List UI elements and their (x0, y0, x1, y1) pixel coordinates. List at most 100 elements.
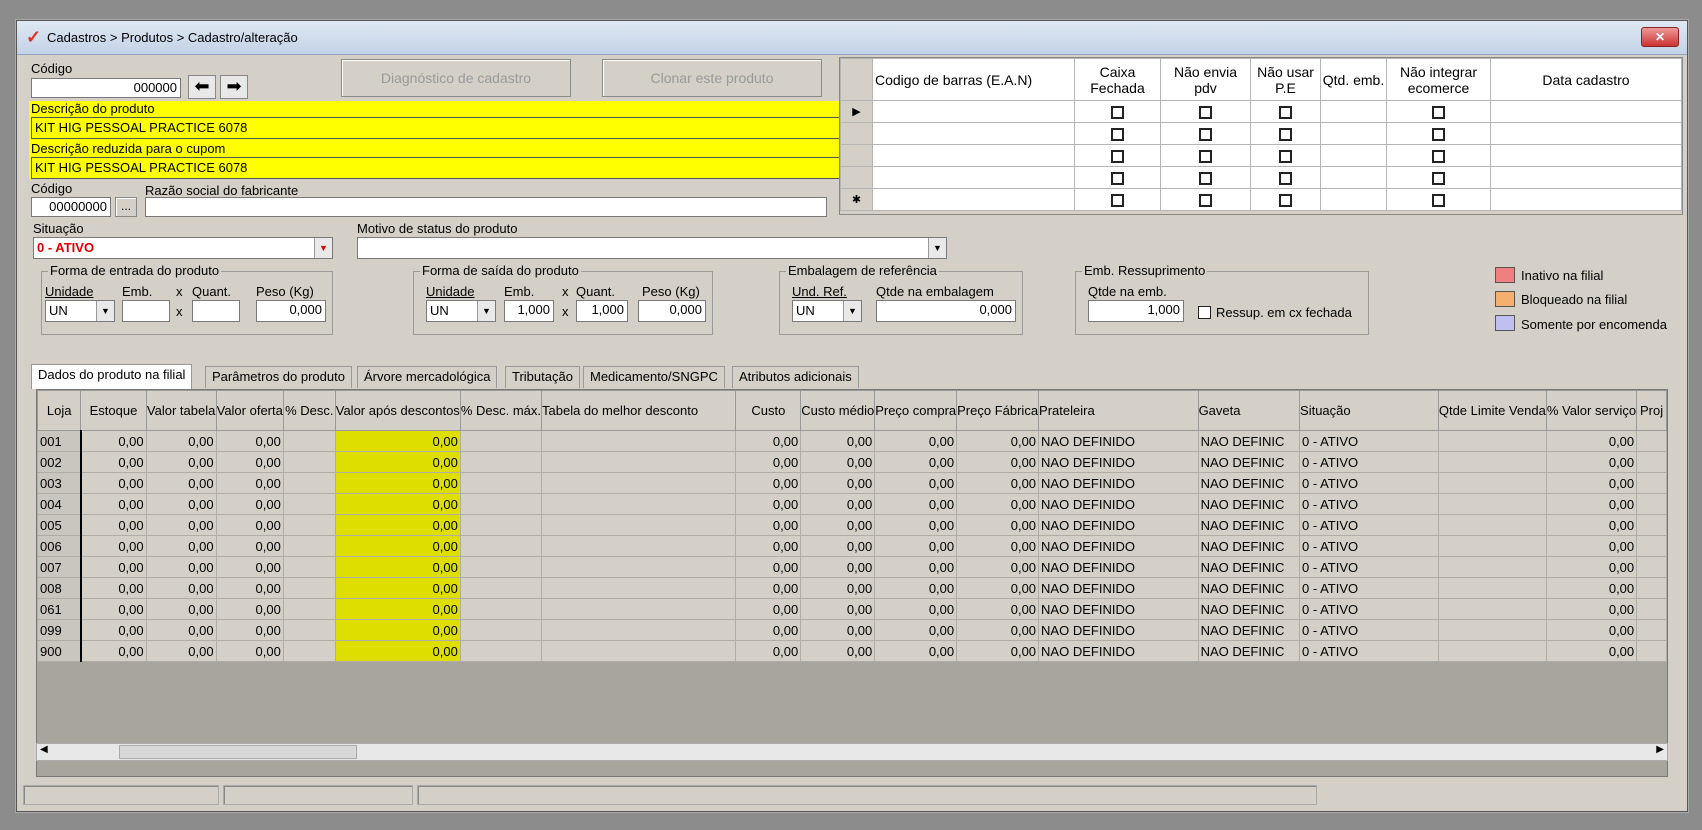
grid-cell[interactable]: NAO DEFINIC (1197, 556, 1301, 578)
grid-cell[interactable]: 0,00 (145, 640, 217, 662)
chevron-down-icon[interactable]: ▼ (314, 238, 332, 258)
grid-header[interactable]: Valor tabela (145, 390, 217, 431)
ean-cell-nao-usar[interactable] (1250, 100, 1321, 123)
grid-cell[interactable]: 0,00 (956, 451, 1040, 473)
grid-header[interactable]: % Valor serviço (1545, 390, 1638, 431)
grid-header[interactable]: Valor oferta (215, 390, 284, 431)
ean-cell-nao-integrar[interactable] (1386, 100, 1491, 123)
grid-cell[interactable]: 0,00 (1545, 598, 1638, 620)
grid-cell[interactable] (1636, 598, 1667, 620)
nao-integrar-checkbox[interactable] (1432, 150, 1445, 164)
grid-header[interactable]: Proj (1636, 390, 1667, 431)
grid-cell[interactable]: 0,00 (1545, 493, 1638, 515)
tab-arvore[interactable]: Árvore mercadológica (357, 366, 498, 388)
grid-cell[interactable]: 0 - ATIVO (1299, 598, 1439, 620)
grid-cell[interactable]: 0,00 (956, 514, 1040, 536)
razao-input[interactable] (145, 197, 827, 217)
grid-cell[interactable]: 0,00 (215, 619, 284, 641)
grid-cell[interactable]: 0,00 (80, 535, 147, 557)
grid-cell[interactable]: 0,00 (800, 577, 876, 599)
tab-dados-filial[interactable]: Dados do produto na filial (31, 364, 193, 389)
grid-cell[interactable] (1636, 535, 1667, 557)
grid-cell[interactable] (540, 556, 737, 578)
grid-cell[interactable]: 007 (37, 556, 82, 578)
grid-cell[interactable] (282, 577, 336, 599)
grid-cell[interactable]: 0,00 (735, 514, 802, 536)
grid-cell[interactable]: NAO DEFINIC (1197, 472, 1301, 494)
grid-cell[interactable] (459, 451, 543, 473)
grid-cell[interactable] (1636, 493, 1667, 515)
fabricante-browse-button[interactable]: ... (115, 197, 137, 217)
grid-cell[interactable] (540, 619, 737, 641)
grid-cell[interactable]: 0,00 (215, 535, 284, 557)
grid-cell[interactable]: 0,00 (874, 472, 958, 494)
ean-cell-codigo[interactable] (872, 122, 1075, 145)
ean-row[interactable]: ✱ (840, 188, 1682, 211)
saida-quant-input[interactable]: 1,000 (576, 300, 628, 322)
grid-cell[interactable] (459, 598, 543, 620)
entrada-emb-input[interactable] (122, 300, 170, 322)
grid-cell[interactable]: 0,00 (735, 598, 802, 620)
nao-usar-checkbox[interactable] (1279, 172, 1292, 186)
ean-cell-nao-usar[interactable] (1250, 188, 1321, 211)
grid-cell[interactable] (540, 535, 737, 557)
ean-cell-qtd[interactable] (1320, 122, 1387, 145)
ean-cell-nao-envia[interactable] (1160, 188, 1251, 211)
grid-cell[interactable] (282, 535, 336, 557)
grid-cell[interactable]: NAO DEFINIC (1197, 619, 1301, 641)
grid-cell[interactable]: 0,00 (215, 430, 284, 452)
ean-header-codigo[interactable]: Codigo de barras (E.A.N) (872, 58, 1075, 101)
grid-cell[interactable]: 0 - ATIVO (1299, 472, 1439, 494)
grid-cell[interactable]: 0 - ATIVO (1299, 556, 1439, 578)
grid-cell[interactable] (1437, 451, 1547, 473)
grid-cell[interactable]: 0,00 (1545, 430, 1638, 452)
ean-cell-nao-envia[interactable] (1160, 122, 1251, 145)
grid-cell[interactable]: 0,00 (215, 451, 284, 473)
grid-cell[interactable] (1636, 514, 1667, 536)
grid-cell[interactable]: 0,00 (800, 640, 876, 662)
nao-integrar-checkbox[interactable] (1432, 172, 1445, 186)
grid-cell[interactable]: 0,00 (735, 556, 802, 578)
ean-cell-caixa[interactable] (1074, 166, 1161, 189)
grid-cell[interactable]: 0,00 (874, 598, 958, 620)
grid-cell[interactable]: 0,00 (1545, 472, 1638, 494)
grid-cell[interactable]: 0,00 (874, 493, 958, 515)
grid-cell[interactable]: NAO DEFINIC (1197, 535, 1301, 557)
grid-cell[interactable]: 0,00 (800, 535, 876, 557)
referencia-und-select[interactable]: UN ▼ (792, 300, 862, 322)
grid-cell[interactable] (540, 430, 737, 452)
ean-cell-qtd[interactable] (1320, 166, 1387, 189)
grid-cell[interactable]: 0,00 (800, 493, 876, 515)
ean-cell-data[interactable] (1490, 188, 1682, 211)
grid-cell[interactable]: 0,00 (874, 451, 958, 473)
table-row[interactable]: 005 0,00 0,00 0,00 0,00 0,00 0,00 0,00 0,00 NAO D… (37, 514, 1667, 536)
grid-cell[interactable] (1636, 640, 1667, 662)
grid-cell[interactable]: 0,00 (145, 556, 217, 578)
scrollbar-thumb[interactable] (119, 745, 357, 759)
ean-cell-codigo[interactable] (872, 188, 1075, 211)
table-row[interactable]: 006 0,00 0,00 0,00 0,00 0,00 0,00 0,00 0,00 NAO D… (37, 535, 1667, 557)
grid-cell[interactable] (1437, 472, 1547, 494)
grid-cell[interactable]: 0,00 (80, 472, 147, 494)
caixa-checkbox[interactable] (1111, 128, 1124, 142)
reduzida-input[interactable]: KIT HIG PESSOAL PRACTICE 6078 (31, 157, 845, 179)
grid-cell[interactable]: 0,00 (145, 451, 217, 473)
grid-cell[interactable]: 0 - ATIVO (1299, 535, 1439, 557)
grid-cell[interactable]: NAO DEFINIDO (1038, 451, 1199, 473)
grid-cell[interactable]: 0,00 (80, 556, 147, 578)
ean-cell-nao-usar[interactable] (1250, 144, 1321, 167)
grid-header[interactable]: Qtde Limite Venda (1437, 390, 1547, 431)
ean-cell-data[interactable] (1490, 166, 1682, 189)
grid-cell[interactable]: 0,00 (735, 577, 802, 599)
grid-header[interactable]: Valor após descontos (334, 390, 461, 431)
situacao-select[interactable]: 0 - ATIVO ▼ (33, 237, 333, 259)
grid-cell[interactable]: 0,00 (334, 451, 461, 473)
grid-cell[interactable] (1437, 577, 1547, 599)
grid-cell[interactable]: 0,00 (1545, 514, 1638, 536)
grid-cell[interactable] (1437, 640, 1547, 662)
previous-arrow-icon[interactable]: ⬅ (188, 75, 216, 99)
grid-cell[interactable]: 0,00 (80, 514, 147, 536)
grid-cell[interactable]: NAO DEFINIC (1197, 640, 1301, 662)
fabricante-codigo-input[interactable]: 00000000 (31, 197, 111, 217)
grid-cell[interactable] (1437, 598, 1547, 620)
